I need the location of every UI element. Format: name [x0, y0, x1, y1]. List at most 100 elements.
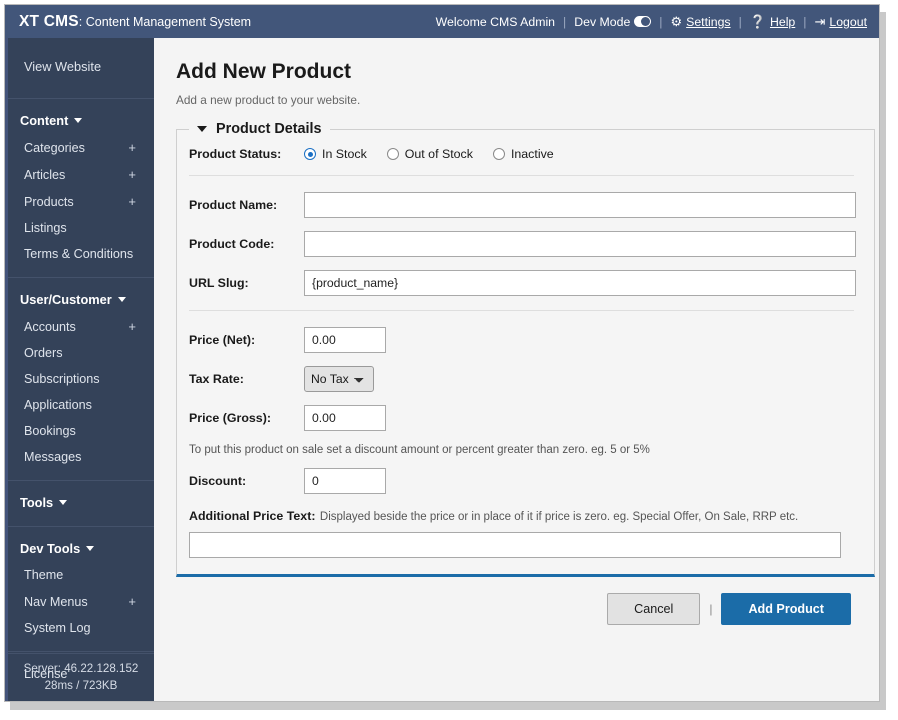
- sidebar-group-content: Content Categories + Articles + Products…: [8, 99, 154, 278]
- sidebar-group-header-content[interactable]: Content: [8, 108, 154, 134]
- sidebar-item-label: Accounts: [24, 319, 76, 334]
- product-name-label: Product Name:: [189, 198, 278, 212]
- sidebar-item-bookings[interactable]: Bookings: [8, 418, 154, 444]
- sidebar-item-label: Theme: [24, 568, 64, 582]
- product-name-input[interactable]: [304, 192, 856, 218]
- form-actions: Cancel | Add Product: [176, 577, 855, 625]
- sidebar-item-label: Listings: [24, 221, 67, 235]
- sidebar-group-dev-tools: Dev Tools Theme Nav Menus + System Log: [8, 527, 154, 652]
- sidebar-item-nav-menus[interactable]: Nav Menus +: [8, 588, 154, 615]
- top-bar: XT CMS: Content Management System Welcom…: [5, 5, 879, 38]
- help-circle-icon: ❔: [749, 14, 766, 29]
- panel-legend-label: Product Details: [216, 121, 322, 137]
- logout-link[interactable]: ⇥ Logout: [814, 15, 867, 29]
- sidebar-item-label: Products: [24, 194, 74, 209]
- sidebar-item-categories[interactable]: Categories +: [8, 134, 154, 161]
- sidebar-item-terms-conditions[interactable]: Terms & Conditions: [8, 241, 154, 267]
- sidebar-item-products[interactable]: Products +: [8, 188, 154, 215]
- radio-indicator[interactable]: [304, 148, 316, 160]
- sidebar-item-listings[interactable]: Listings: [8, 215, 154, 241]
- expand-plus-icon[interactable]: +: [128, 194, 140, 209]
- help-label[interactable]: Help: [770, 15, 795, 29]
- radio-option-inactive[interactable]: Inactive: [492, 147, 554, 161]
- chevron-down-icon: [74, 118, 83, 123]
- tax-rate-select[interactable]: No Tax: [304, 366, 374, 392]
- expand-plus-icon[interactable]: +: [128, 319, 140, 334]
- sidebar-item-label: Messages: [24, 450, 82, 464]
- sidebar-item-label: Subscriptions: [24, 372, 100, 386]
- sidebar-item-applications[interactable]: Applications: [8, 392, 154, 418]
- sidebar-item-theme[interactable]: Theme: [8, 562, 154, 588]
- dev-mode-toggle[interactable]: Dev Mode: [574, 15, 652, 29]
- radio-label: Out of Stock: [404, 147, 473, 161]
- sidebar-item-label: Applications: [24, 398, 92, 412]
- radio-indicator[interactable]: [386, 148, 399, 160]
- sidebar-item-label: System Log: [24, 621, 91, 635]
- sidebar-group-header-dev-tools[interactable]: Dev Tools: [8, 536, 154, 562]
- discount-input[interactable]: [304, 468, 386, 494]
- expand-plus-icon[interactable]: +: [128, 594, 140, 609]
- help-link[interactable]: ❔ Help: [750, 15, 795, 29]
- field-row-additional-price-text: [189, 532, 856, 558]
- gear-icon: ⚙: [670, 14, 683, 29]
- sidebar-group-label: Content: [20, 113, 69, 128]
- collapse-caret-icon[interactable]: [197, 126, 207, 132]
- sidebar-item-view-website[interactable]: View Website: [8, 47, 154, 88]
- actions-separator: |: [709, 602, 713, 616]
- expand-plus-icon[interactable]: +: [128, 167, 140, 182]
- sidebar-item-label: Orders: [24, 346, 63, 360]
- sidebar-group-header-tools[interactable]: Tools: [8, 490, 154, 516]
- chevron-down-icon: [59, 500, 68, 505]
- divider-2: [189, 310, 854, 311]
- add-product-button[interactable]: Add Product: [721, 593, 851, 625]
- nav-separator-4: |: [803, 14, 807, 29]
- additional-price-help-text: Displayed beside the price or in place o…: [319, 511, 799, 523]
- top-navigation: Welcome CMS Admin | Dev Mode | ⚙ Setting…: [436, 15, 867, 29]
- sidebar-item-messages[interactable]: Messages: [8, 444, 154, 470]
- product-details-body: Product Status: In Stock Out of Stock In…: [177, 137, 874, 558]
- additional-price-text-input[interactable]: [189, 532, 841, 558]
- sidebar-item-orders[interactable]: Orders: [8, 340, 154, 366]
- product-details-legend[interactable]: Product Details: [189, 121, 330, 137]
- page-title: Add New Product: [176, 60, 352, 83]
- price-gross-input[interactable]: [304, 405, 386, 431]
- product-details-panel: Product Details Product Status: In Stock…: [176, 121, 875, 577]
- brand-tagline: : Content Management System: [78, 14, 252, 29]
- field-row-product-code: Product Code:: [189, 231, 856, 257]
- sidebar-item-accounts[interactable]: Accounts +: [8, 313, 154, 340]
- main-content: Add New Product Add a new product to you…: [154, 38, 879, 701]
- server-info: Server: 46.22.128.152 28ms / 723KB: [8, 653, 154, 701]
- settings-label[interactable]: Settings: [686, 15, 730, 29]
- sidebar-item-label: Nav Menus: [24, 594, 88, 609]
- product-status-label: Product Status:: [189, 147, 282, 161]
- welcome-text: Welcome CMS Admin: [435, 14, 556, 29]
- sidebar-group-label: Tools: [20, 495, 54, 510]
- sidebar-group-label: User/Customer: [20, 292, 112, 307]
- field-row-tax-rate: Tax Rate: No Tax: [189, 366, 856, 392]
- radio-label: In Stock: [322, 147, 367, 161]
- brand-name: XT CMS: [19, 12, 79, 30]
- url-slug-input[interactable]: [304, 270, 856, 296]
- sidebar-item-articles[interactable]: Articles +: [8, 161, 154, 188]
- radio-option-in-stock[interactable]: In Stock: [304, 147, 367, 161]
- chevron-down-icon: [117, 297, 126, 302]
- sidebar-group-tools: Tools: [8, 481, 154, 527]
- expand-plus-icon[interactable]: +: [128, 140, 140, 155]
- sidebar-item-system-log[interactable]: System Log: [8, 615, 154, 641]
- divider-1: [189, 175, 854, 176]
- sidebar-group-header-user-customer[interactable]: User/Customer: [8, 287, 154, 313]
- sidebar-group-label: Dev Tools: [20, 541, 81, 556]
- server-metrics: 28ms / 723KB: [44, 679, 118, 693]
- logout-label[interactable]: Logout: [829, 15, 867, 29]
- price-net-input[interactable]: [304, 327, 386, 353]
- cancel-button[interactable]: Cancel: [607, 593, 701, 625]
- toggle-switch-icon[interactable]: [634, 16, 652, 27]
- app-window: XT CMS: Content Management System Welcom…: [4, 4, 880, 702]
- product-code-input[interactable]: [304, 231, 856, 257]
- sidebar-item-subscriptions[interactable]: Subscriptions: [8, 366, 154, 392]
- radio-option-out-of-stock[interactable]: Out of Stock: [386, 147, 473, 161]
- server-address: Server: 46.22.128.152: [23, 662, 139, 676]
- settings-link[interactable]: ⚙ Settings: [670, 15, 730, 29]
- url-slug-label: URL Slug:: [189, 276, 249, 290]
- radio-indicator[interactable]: [492, 148, 505, 160]
